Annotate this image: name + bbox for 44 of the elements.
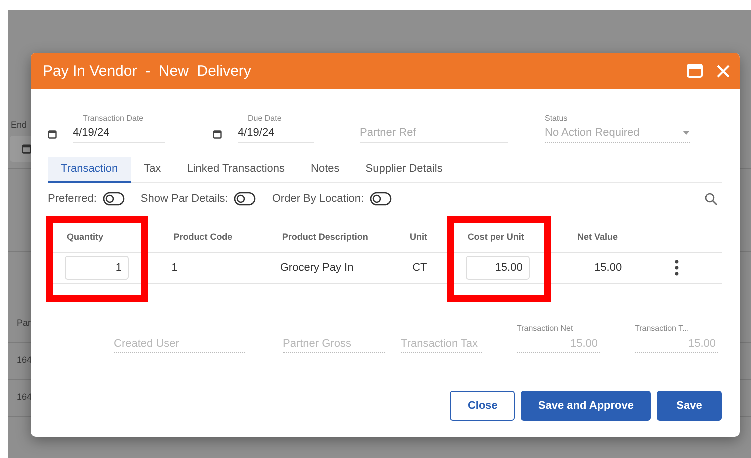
toggle-switch[interactable] [234, 192, 256, 206]
calendar-icon [22, 144, 32, 154]
more-icon[interactable] [675, 260, 680, 276]
column-header: Quantity [67, 232, 104, 242]
tab[interactable]: Tax [131, 157, 174, 183]
field-label: Transaction Net [517, 324, 574, 333]
table-cell: 164 [17, 392, 32, 402]
calendar-icon[interactable] [48, 130, 57, 139]
table-cell: Grocery Pay In [280, 262, 354, 274]
field-label: Status [545, 114, 569, 123]
table-cell: 164 [17, 355, 32, 365]
field-label: End [11, 120, 28, 130]
column-header: Product Code [174, 232, 233, 242]
dialog-title: Pay In Vendor - New Delivery [43, 62, 252, 80]
column-header: Par [17, 318, 32, 328]
toggle-switch[interactable] [370, 192, 392, 206]
table-cell: CT [412, 262, 428, 274]
tab[interactable]: Supplier Details [352, 157, 456, 183]
toggle-label: Show Par Details: [140, 193, 228, 205]
column-header: Cost per Unit [468, 232, 524, 242]
column-header: Net Value [577, 232, 618, 242]
tab[interactable]: Linked Transactions [174, 157, 298, 183]
tab[interactable]: Notes [298, 157, 353, 183]
caret-icon [683, 131, 690, 135]
calendar-icon[interactable] [213, 130, 222, 139]
primary-button[interactable]: Save [657, 391, 722, 421]
table-cell: 15.00 [594, 262, 622, 274]
column-header: Unit [410, 232, 428, 242]
input-field[interactable]: 1 [65, 256, 129, 280]
toggle-label: Preferred: [48, 193, 97, 205]
maximize-icon[interactable] [687, 64, 703, 78]
table-cell: 1 [172, 262, 178, 274]
close-icon[interactable] [717, 64, 730, 78]
outline-button[interactable]: Close [450, 391, 516, 421]
primary-button[interactable]: Save and Approve [521, 391, 651, 421]
search-icon[interactable] [705, 192, 718, 206]
column-header: Product Description [282, 232, 368, 242]
date-field[interactable]: Due Date 4/19/24 [238, 114, 314, 143]
input-field[interactable]: 15.00 [466, 256, 530, 280]
toggle-switch[interactable] [102, 192, 125, 206]
tab[interactable]: Transaction [48, 157, 132, 183]
field-label: Transaction T... [635, 324, 690, 333]
toggle-label: Order By Location: [272, 193, 364, 205]
date-field[interactable]: Transaction Date 4/19/24 [73, 114, 165, 143]
